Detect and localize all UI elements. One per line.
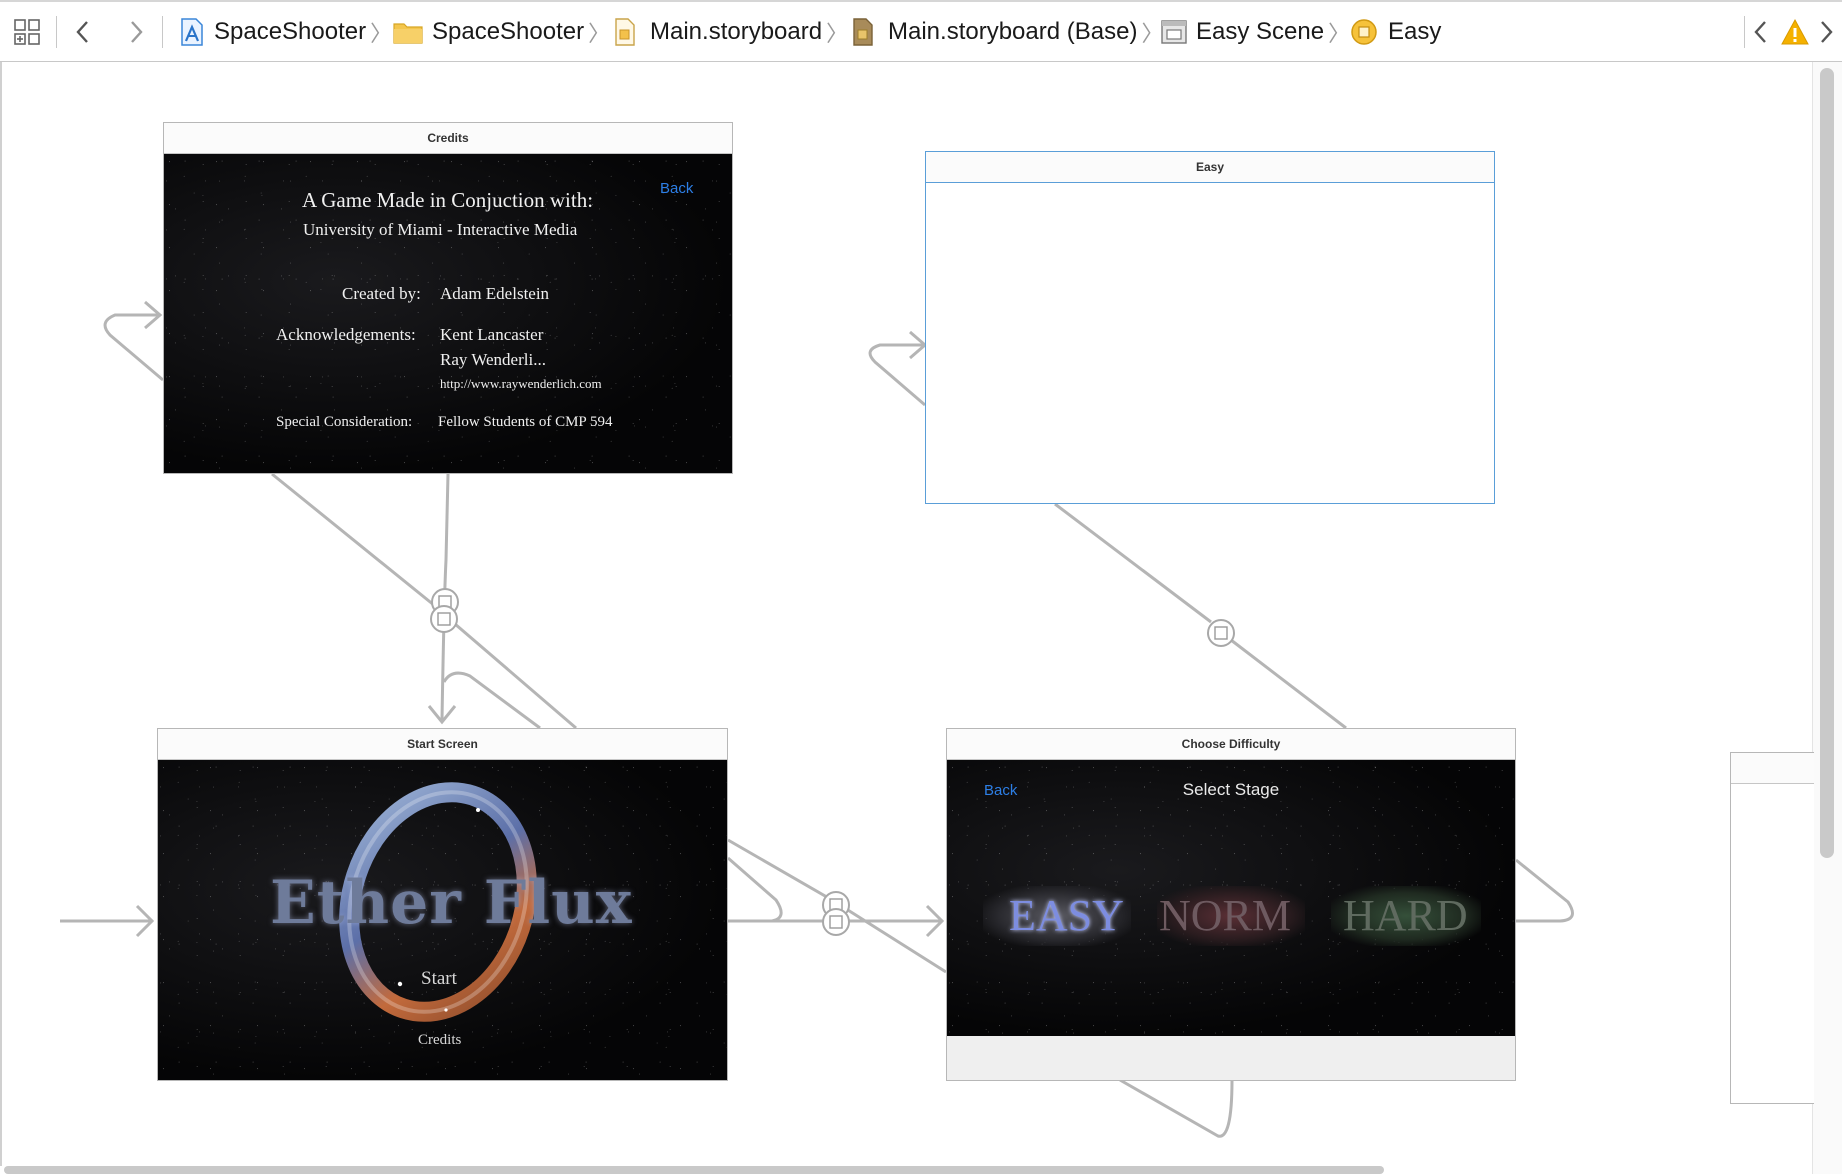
difficulty-view: Back Select Stage EASY NORM HARD: [947, 760, 1515, 1036]
segue-line: [442, 671, 541, 730]
created-by-value: Adam Edelstein: [440, 284, 550, 303]
scene-title: Easy: [926, 152, 1494, 183]
scene-title: [1731, 753, 1814, 784]
easy-view: [926, 183, 1494, 503]
acknowledgements-label: Acknowledgements:: [276, 325, 416, 344]
acknowledgement-item: Kent Lancaster: [440, 325, 544, 344]
scene-title: Credits: [164, 123, 732, 154]
scene-start-screen[interactable]: Start Screen Ether Flux Start Credits: [157, 728, 728, 1081]
segue-line: [1230, 638, 1347, 730]
scene-offscreen[interactable]: [1730, 752, 1814, 1104]
segue-line: [1119, 1078, 1234, 1138]
segue-line: [103, 313, 164, 382]
easy-difficulty-button[interactable]: EASY: [1009, 890, 1124, 941]
special-consideration-label: Special Consideration:: [276, 414, 413, 430]
start-button[interactable]: Start: [421, 968, 457, 990]
select-stage-label: Select Stage: [1182, 780, 1280, 799]
scene-choose-difficulty[interactable]: Choose Difficulty Back Select Stage EASY…: [946, 728, 1516, 1081]
acknowledgement-item: Ray Wenderli...: [440, 350, 546, 369]
hard-difficulty-button[interactable]: HARD: [1343, 890, 1468, 941]
credits-subheading: University of Miami - Interactive Media: [303, 220, 578, 239]
segue-line: [1515, 858, 1574, 923]
scene-title: Start Screen: [158, 729, 727, 760]
credits-view: Back A Game Made in Conjuction with: Uni…: [164, 154, 732, 473]
back-button[interactable]: Back: [660, 180, 693, 197]
scene-title: Choose Difficulty: [947, 729, 1515, 760]
norm-difficulty-button[interactable]: NORM: [1159, 890, 1291, 941]
interface-builder-window: SpaceShooter 〉 SpaceShooter 〉 Main.story…: [0, 0, 1842, 1174]
start-screen-view: Ether Flux Start Credits: [158, 760, 727, 1080]
segue-line: [1054, 502, 1212, 624]
credits-button[interactable]: Credits: [418, 1032, 461, 1049]
segue-line: [271, 472, 446, 616]
created-by-label: Created by:: [342, 284, 421, 303]
segue-node-icon[interactable]: [822, 908, 850, 936]
bottom-bar: [947, 1036, 1515, 1080]
scene-easy[interactable]: Easy: [925, 151, 1495, 504]
segue-node-icon[interactable]: [430, 605, 458, 633]
game-logo-title: Ether Flux: [270, 868, 633, 938]
acknowledgement-url: http://www.raywenderlich.com: [440, 376, 602, 391]
scene-credits[interactable]: Credits Back A Game Made in Conjuction w…: [163, 122, 733, 474]
credits-heading: A Game Made in Conjuction with:: [302, 188, 594, 212]
special-consideration-value: Fellow Students of CMP 594: [438, 414, 613, 430]
segue-node-icon[interactable]: [1207, 619, 1235, 647]
segue-line: [454, 622, 577, 730]
